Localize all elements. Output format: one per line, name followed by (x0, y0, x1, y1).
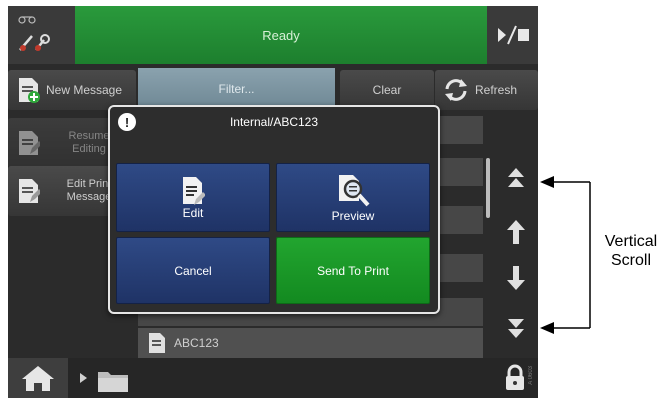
arrow-up-icon (507, 220, 525, 244)
list-item-abc123[interactable]: ABC123 (138, 328, 483, 358)
refresh-icon (445, 79, 467, 101)
filter-placeholder: Filter... (218, 82, 255, 96)
edit-document-icon (183, 176, 205, 205)
arrow-down-icon (507, 266, 525, 290)
double-chevron-up-icon (508, 168, 524, 187)
start-stop-button[interactable] (487, 6, 538, 64)
vertical-scroll-line2: Scroll (610, 252, 651, 269)
cancel-label: Cancel (174, 263, 212, 278)
edit-document-icon (19, 179, 40, 203)
scroll-to-bottom-button[interactable] (498, 308, 534, 348)
new-document-icon (19, 78, 40, 103)
lock-icon (506, 364, 524, 390)
status-text: Ready (262, 27, 300, 43)
connection-status-panel[interactable] (8, 6, 76, 64)
vertical-scroll-line1: Vertical (604, 233, 658, 250)
list-item-label: ABC123 (174, 336, 219, 350)
send-to-print-label: Send To Print (317, 263, 389, 278)
home-button[interactable] (8, 358, 68, 398)
filter-input[interactable]: Filter... (138, 68, 335, 110)
edit-label: Edit (182, 205, 204, 220)
vertical-scroll-label: Vertical Scroll (596, 232, 666, 270)
refresh-button[interactable]: Refresh (435, 70, 538, 110)
edit-document-icon (19, 131, 40, 155)
home-icon (22, 366, 54, 391)
message-action-dialog: ! Internal/ABC123 Edit Preview Cancel Se… (108, 105, 440, 314)
cancel-button[interactable]: Cancel (116, 237, 270, 304)
scroll-down-button[interactable] (498, 258, 534, 298)
scroll-to-top-button[interactable] (498, 158, 534, 198)
breadcrumb-chevron-icon (80, 373, 87, 383)
status-bar: Ready (75, 6, 487, 64)
preview-label: Preview (331, 208, 375, 223)
refresh-label: Refresh (475, 83, 518, 97)
new-message-button[interactable]: New Message (8, 70, 136, 110)
clear-button[interactable]: Clear (340, 70, 434, 110)
clear-label: Clear (372, 83, 402, 97)
scrollbar-thumb[interactable] (486, 158, 490, 218)
reference-code: A 0603 (528, 366, 534, 385)
preview-magnifier-icon (339, 174, 370, 206)
scroll-up-button[interactable] (498, 212, 534, 252)
printer-screen: Ready New Message Filter... Clear Refres… (8, 6, 538, 398)
play-stop-icon (497, 25, 529, 45)
dialog-title: Internal/ABC123 (229, 115, 319, 129)
edit-button[interactable]: Edit (116, 163, 270, 232)
double-chevron-down-icon (508, 319, 524, 338)
folder-icon[interactable] (96, 366, 130, 394)
tools-status-icon (18, 16, 50, 51)
send-to-print-button[interactable]: Send To Print (276, 237, 430, 304)
preview-button[interactable]: Preview (276, 163, 430, 232)
new-message-label: New Message (46, 83, 123, 97)
document-icon (149, 333, 165, 353)
